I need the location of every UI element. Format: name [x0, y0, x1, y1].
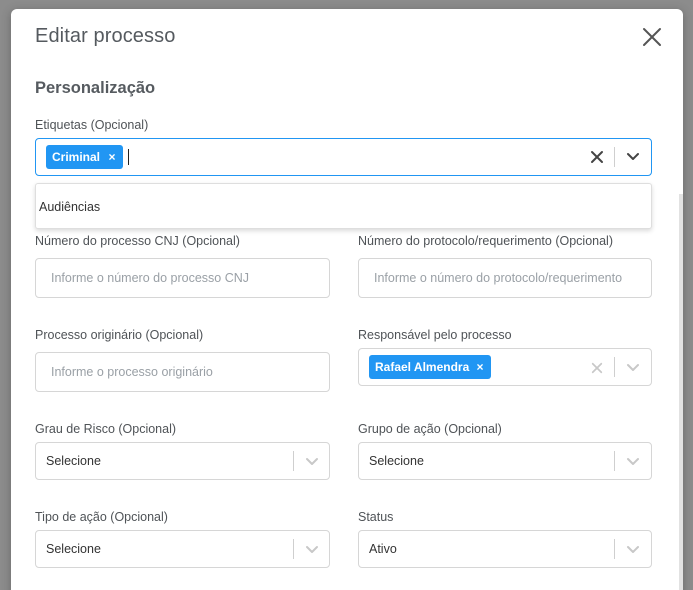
cnj-label: Número do processo CNJ (Opcional): [35, 234, 240, 248]
tags-clear-button[interactable]: [590, 150, 604, 164]
chevron-down-icon: [627, 364, 639, 371]
responsible-chip-remove-button[interactable]: ×: [472, 355, 488, 379]
responsible-label: Responsável pelo processo: [358, 328, 512, 342]
section-title: Personalização: [35, 79, 156, 97]
clear-icon: [591, 362, 603, 374]
menu-option-audiencias[interactable]: Audiências: [36, 190, 651, 224]
origin-label: Processo originário (Opcional): [35, 328, 204, 342]
chevron-down-icon: [306, 546, 318, 553]
cnj-input[interactable]: [35, 258, 330, 298]
responsible-chip: Rafael Almendra ×: [369, 355, 491, 379]
tags-dropdown-menu: Audiências: [35, 183, 652, 229]
action-group-select[interactable]: Selecione: [358, 442, 652, 480]
action-type-value: Selecione: [46, 542, 101, 556]
status-select[interactable]: Ativo: [358, 530, 652, 568]
chevron-down-icon: [627, 458, 639, 465]
risk-value: Selecione: [46, 454, 101, 468]
close-button[interactable]: [640, 25, 664, 49]
action-type-select[interactable]: Selecione: [35, 530, 330, 568]
status-value: Ativo: [369, 542, 397, 556]
action-group-label: Grupo de ação (Opcional): [358, 422, 502, 436]
responsible-select[interactable]: Rafael Almendra ×: [358, 348, 652, 386]
tag-chip-label: Criminal: [52, 150, 101, 164]
tags-dropdown-toggle[interactable]: [626, 150, 640, 164]
clear-icon: [591, 151, 603, 163]
close-icon: [643, 28, 661, 46]
scrollbar[interactable]: [679, 194, 683, 590]
modal-title: Editar processo: [35, 25, 176, 47]
responsible-dropdown-toggle[interactable]: [626, 361, 640, 375]
tag-chip-remove-button[interactable]: ×: [104, 145, 120, 169]
origin-input[interactable]: [35, 352, 330, 392]
status-separator: [614, 539, 615, 559]
responsible-clear-button[interactable]: [591, 361, 605, 375]
action-type-separator: [293, 539, 294, 559]
action-group-separator: [614, 451, 615, 471]
status-dropdown-toggle[interactable]: [626, 543, 640, 557]
tags-separator: [614, 147, 615, 167]
chevron-down-icon: [306, 458, 318, 465]
action-type-label: Tipo de ação (Opcional): [35, 510, 168, 524]
tags-select[interactable]: Criminal ×: [35, 138, 652, 176]
responsible-chip-label: Rafael Almendra: [375, 360, 470, 374]
tags-label: Etiquetas (Opcional): [35, 118, 149, 132]
status-label: Status: [358, 510, 394, 524]
edit-process-modal: Editar processo Personalização Etiquetas…: [11, 9, 683, 590]
risk-dropdown-toggle[interactable]: [305, 455, 319, 469]
action-group-value: Selecione: [369, 454, 424, 468]
risk-label: Grau de Risco (Opcional): [35, 422, 177, 436]
tag-chip-criminal: Criminal ×: [46, 145, 123, 169]
protocol-label: Número do protocolo/requerimento (Opcion…: [358, 234, 613, 248]
text-cursor: [128, 149, 129, 165]
action-type-dropdown-toggle[interactable]: [305, 543, 319, 557]
chevron-down-icon: [627, 546, 639, 553]
responsible-separator: [614, 357, 615, 377]
action-group-dropdown-toggle[interactable]: [626, 455, 640, 469]
protocol-input[interactable]: [358, 258, 652, 298]
risk-separator: [293, 451, 294, 471]
risk-select[interactable]: Selecione: [35, 442, 330, 480]
chevron-down-icon: [627, 153, 639, 160]
